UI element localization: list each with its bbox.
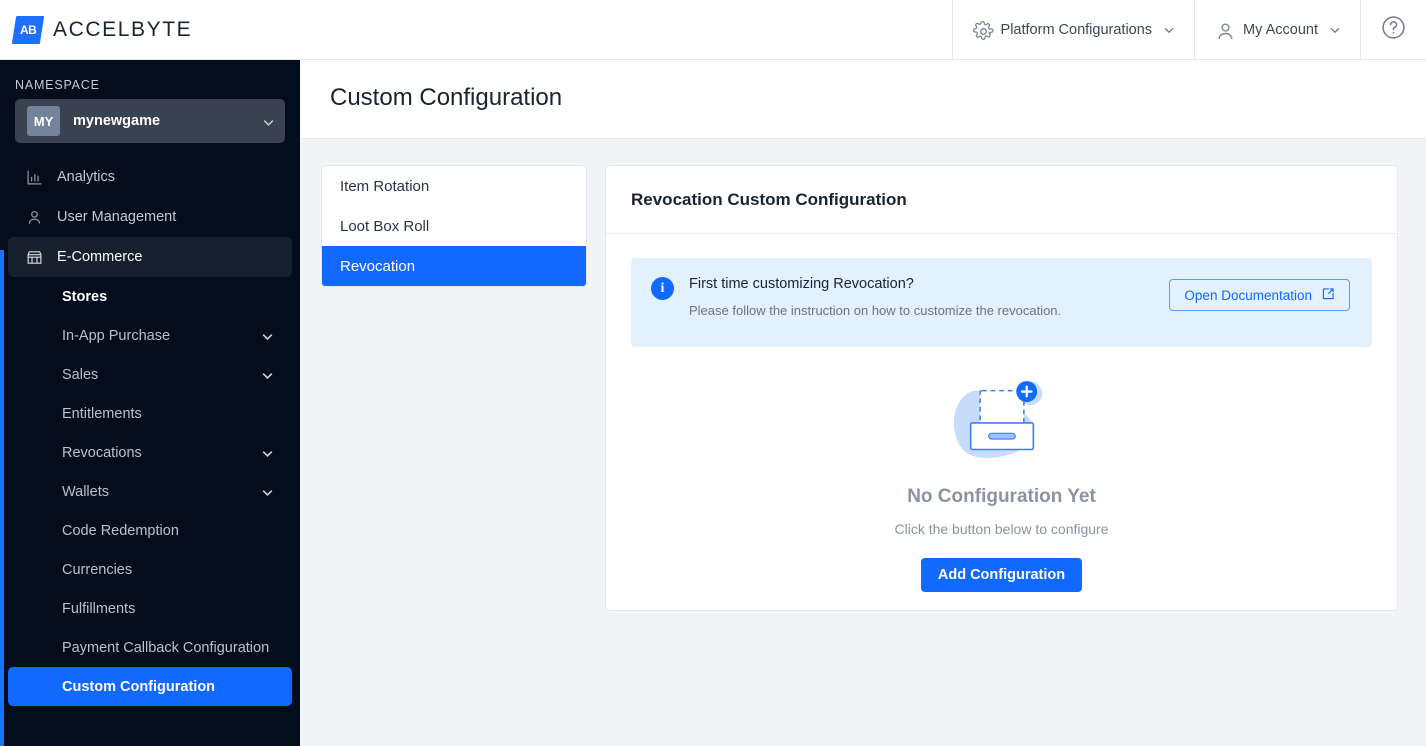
chevron-down-icon: [261, 447, 273, 458]
user-icon: [1215, 21, 1233, 40]
chevron-down-icon: [1329, 24, 1340, 35]
info-banner-text: First time customizing Revocation? Pleas…: [689, 275, 1154, 318]
list-item-item-rotation[interactable]: Item Rotation: [322, 166, 586, 206]
my-account-menu[interactable]: My Account: [1194, 0, 1360, 59]
sidebar-subitem-fulfillments[interactable]: Fulfillments: [8, 589, 292, 628]
sidebar-item-label: E-Commerce: [57, 249, 143, 265]
user-icon: [26, 209, 43, 226]
chevron-down-icon: [262, 116, 274, 127]
sidebar-subitem-label: Stores: [62, 288, 108, 305]
open-documentation-button[interactable]: Open Documentation: [1169, 279, 1350, 311]
sidebar-subitem-custom-configuration[interactable]: Custom Configuration: [8, 667, 292, 706]
sidebar-nav: Analytics User Management E-Commerce Sto…: [0, 157, 300, 706]
panel-body: i First time customizing Revocation? Ple…: [606, 234, 1397, 610]
brand-logo[interactable]: AB ACCELBYTE: [0, 0, 300, 59]
store-icon: [26, 249, 43, 266]
my-account-label: My Account: [1243, 21, 1318, 38]
sidebar-subitem-entitlements[interactable]: Entitlements: [8, 394, 292, 433]
empty-state-subtitle: Click the button below to configure: [894, 521, 1109, 537]
chevron-down-icon: [261, 369, 273, 380]
empty-state-title: No Configuration Yet: [907, 486, 1096, 507]
sidebar-subitem-label: Currencies: [62, 561, 133, 578]
brand-mark-text: AB: [19, 22, 37, 37]
help-button[interactable]: [1360, 0, 1426, 59]
sidebar-subitem-revocations[interactable]: Revocations: [8, 433, 292, 472]
namespace-label: NAMESPACE: [15, 78, 100, 92]
open-documentation-label: Open Documentation: [1184, 287, 1312, 303]
info-banner-title: First time customizing Revocation?: [689, 276, 914, 292]
accelbyte-logo-icon: AB: [11, 15, 45, 44]
main-content: Custom Configuration Item Rotation Loot …: [300, 60, 1426, 746]
sidebar-subitem-sales[interactable]: Sales: [8, 355, 292, 394]
revocation-panel: Revocation Custom Configuration i First …: [605, 165, 1398, 611]
chevron-down-icon: [261, 330, 273, 341]
platform-configurations-label: Platform Configurations: [1000, 21, 1153, 38]
gear-icon: [972, 21, 994, 40]
sidebar-subitem-label: Code Redemption: [62, 522, 179, 539]
content-area: Item Rotation Loot Box Roll Revocation R…: [300, 139, 1426, 746]
empty-state: No Configuration Yet Click the button be…: [631, 347, 1372, 592]
info-circle-icon: i: [651, 277, 674, 300]
sidebar-subitem-label: Wallets: [62, 483, 109, 500]
sidebar-subitem-label: Revocations: [62, 444, 142, 461]
sidebar-subitem-currencies[interactable]: Currencies: [8, 550, 292, 589]
sidebar-subitem-label: Custom Configuration: [62, 678, 216, 695]
namespace-name: mynewgame: [73, 113, 161, 129]
sidebar-subitem-wallets[interactable]: Wallets: [8, 472, 292, 511]
add-configuration-button[interactable]: Add Configuration: [920, 558, 1083, 592]
sidebar-subitem-label: In-App Purchase: [62, 327, 171, 344]
list-item-label: Revocation: [340, 257, 416, 275]
top-bar: AB ACCELBYTE Platform Configurations My …: [0, 0, 1426, 60]
page-title: Custom Configuration: [330, 84, 563, 111]
app-root: AB ACCELBYTE Platform Configurations My …: [0, 0, 1426, 746]
empty-box-add-illustration: [631, 365, 1372, 477]
page-header: Custom Configuration: [300, 60, 1426, 139]
sidebar: NAMESPACE MY mynewgame Analytics User Ma…: [0, 60, 300, 746]
external-link-icon: [1321, 287, 1335, 304]
namespace-badge: MY: [27, 106, 60, 136]
list-item-label: Loot Box Roll: [340, 217, 430, 235]
info-banner-subtitle: Please follow the instruction on how to …: [689, 303, 1062, 318]
chevron-down-icon: [261, 486, 273, 497]
sidebar-subitem-label: Payment Callback Configuration: [62, 639, 270, 656]
sidebar-item-user-management[interactable]: User Management: [8, 197, 292, 237]
panel-title: Revocation Custom Configuration: [631, 189, 907, 209]
info-banner: i First time customizing Revocation? Ple…: [631, 258, 1372, 347]
sidebar-subitem-stores[interactable]: Stores: [8, 277, 292, 316]
chart-bar-icon: [26, 169, 43, 186]
sidebar-subitem-label: Sales: [62, 366, 99, 383]
list-item-loot-box-roll[interactable]: Loot Box Roll: [322, 206, 586, 246]
help-circle-icon: [1381, 15, 1406, 45]
configuration-type-list: Item Rotation Loot Box Roll Revocation: [321, 165, 587, 287]
sidebar-subitem-label: Entitlements: [62, 405, 142, 422]
top-bar-spacer: [300, 0, 952, 59]
sidebar-item-analytics[interactable]: Analytics: [8, 157, 292, 197]
chevron-down-icon: [1163, 24, 1174, 35]
sidebar-subitem-label: Fulfillments: [62, 600, 136, 617]
sidebar-item-label: User Management: [57, 209, 177, 225]
list-item-revocation[interactable]: Revocation: [322, 246, 586, 286]
panel-header: Revocation Custom Configuration: [606, 166, 1397, 234]
body: NAMESPACE MY mynewgame Analytics User Ma…: [0, 60, 1426, 746]
sidebar-item-e-commerce[interactable]: E-Commerce: [8, 237, 292, 277]
sidebar-subitem-in-app-purchase[interactable]: In-App Purchase: [8, 316, 292, 355]
sidebar-subitem-code-redemption[interactable]: Code Redemption: [8, 511, 292, 550]
namespace-selector[interactable]: MY mynewgame: [15, 99, 285, 143]
sidebar-subitem-payment-callback-configuration[interactable]: Payment Callback Configuration: [8, 628, 292, 667]
platform-configurations-menu[interactable]: Platform Configurations: [951, 0, 1195, 59]
list-item-label: Item Rotation: [340, 177, 430, 195]
sidebar-active-accent-bar: [0, 250, 4, 746]
sidebar-item-label: Analytics: [57, 169, 116, 185]
brand-name: ACCELBYTE: [53, 17, 193, 41]
